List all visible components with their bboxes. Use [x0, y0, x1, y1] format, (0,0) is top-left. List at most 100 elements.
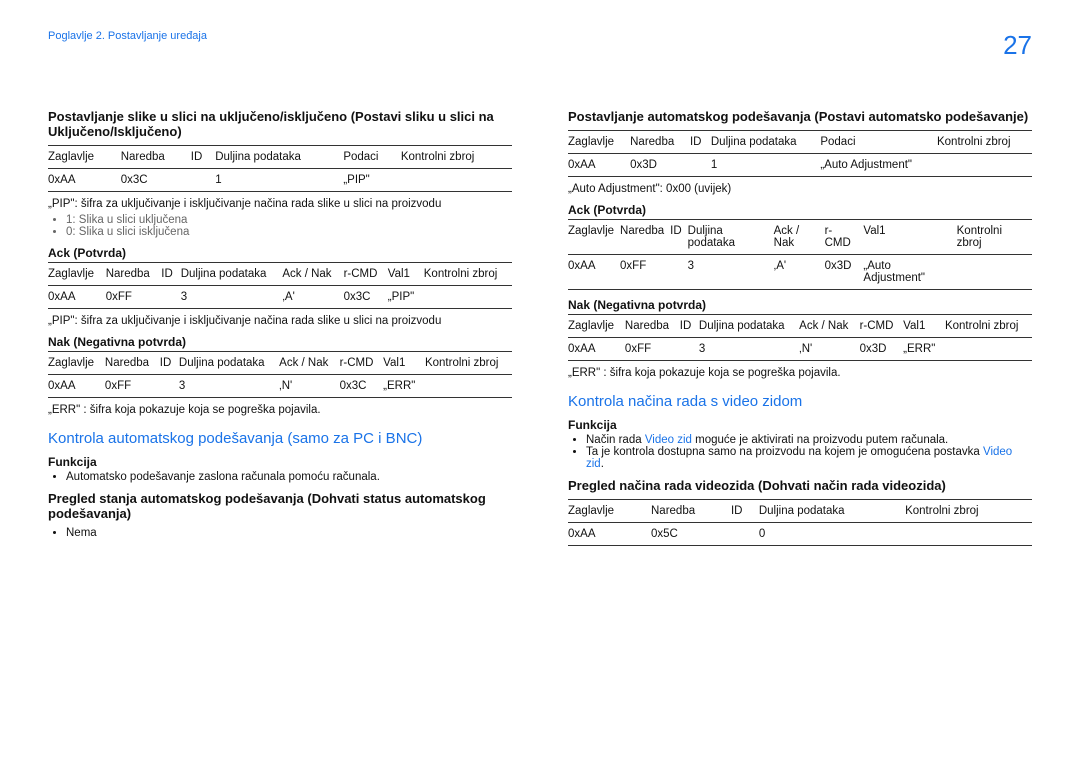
th: Val1 [903, 315, 945, 338]
td: 3 [688, 255, 774, 290]
td: 0xAA [568, 523, 651, 546]
sub-heading: Nak (Negativna potvrda) [568, 298, 1032, 312]
td [425, 375, 512, 398]
th: Naredba [630, 131, 690, 154]
td: 0x3C [344, 286, 388, 309]
ack-table: Zaglavlje Naredba ID Duljina podataka Ac… [48, 262, 512, 309]
list-item: Ta je kontrola dostupna samo na proizvod… [586, 446, 1032, 470]
td: 0xFF [105, 375, 160, 398]
td [680, 338, 699, 361]
td [937, 154, 1032, 177]
th: Val1 [863, 220, 956, 255]
td [401, 169, 512, 192]
th: Naredba [121, 146, 191, 169]
list-item: Automatsko podešavanje zaslona računala … [66, 471, 512, 483]
list-item: 1: Slika u slici uključena [66, 214, 512, 226]
th: Duljina podataka [711, 131, 820, 154]
th: Kontrolni zbroj [425, 352, 512, 375]
td: 3 [699, 338, 799, 361]
th: Naredba [105, 352, 160, 375]
sub-heading: Ack (Potvrda) [48, 246, 512, 260]
td [731, 523, 759, 546]
left-column: Postavljanje slike u slici na uključeno/… [48, 101, 512, 552]
text: moguće je aktivirati na proizvodu putem … [692, 434, 948, 446]
sub-heading: Pregled stanja automatskog podešavanja (… [48, 491, 512, 521]
td: 0xAA [48, 169, 121, 192]
td: 0x3D [860, 338, 904, 361]
command-table: Zaglavlje Naredba ID Duljina podataka Po… [568, 130, 1032, 177]
td [161, 286, 180, 309]
th: Ack / Nak [282, 263, 343, 286]
th: Zaglavlje [568, 220, 620, 255]
td: 0xAA [568, 338, 625, 361]
sub-heading: Ack (Potvrda) [568, 203, 1032, 217]
text: Način rada [586, 434, 645, 446]
td: 0x5C [651, 523, 731, 546]
th: Kontrolni zbroj [937, 131, 1032, 154]
text: . [601, 458, 604, 470]
th: Kontrolni zbroj [424, 263, 512, 286]
note-text: „Auto Adjustment": 0x00 (uvijek) [568, 183, 1032, 195]
td: ‚A' [774, 255, 825, 290]
td: 1 [215, 169, 343, 192]
td [670, 255, 688, 290]
command-table: Zaglavlje Naredba ID Duljina podataka Po… [48, 145, 512, 192]
nak-table: Zaglavlje Naredba ID Duljina podataka Ac… [48, 351, 512, 398]
th: Duljina podataka [179, 352, 279, 375]
td: 0x3C [121, 169, 191, 192]
th: Naredba [620, 220, 670, 255]
td: ‚N' [799, 338, 859, 361]
th: Zaglavlje [568, 500, 651, 523]
td: 0xFF [625, 338, 680, 361]
th: Zaglavlje [48, 146, 121, 169]
th: ID [670, 220, 688, 255]
td: 0xAA [48, 375, 105, 398]
list-item: Način rada Video zid moguće je aktivirat… [586, 434, 1032, 446]
note-text: „ERR" : šifra koja pokazuje koja se pogr… [568, 367, 1032, 379]
th: r-CMD [344, 263, 388, 286]
td: 0 [759, 523, 905, 546]
nak-table: Zaglavlje Naredba ID Duljina podataka Ac… [568, 314, 1032, 361]
section-heading: Postavljanje automatskog podešavanja (Po… [568, 109, 1032, 124]
list-item: 0: Slika u slici isključena [66, 226, 512, 238]
td [957, 255, 1032, 290]
note-text: „PIP": šifra za uključivanje i isključiv… [48, 315, 512, 327]
th: r-CMD [860, 315, 904, 338]
th: Ack / Nak [799, 315, 859, 338]
th: r-CMD [340, 352, 384, 375]
td: 0xAA [48, 286, 106, 309]
th: ID [161, 263, 180, 286]
td: 0x3C [340, 375, 384, 398]
th: Podaci [820, 131, 937, 154]
th: Zaglavlje [48, 352, 105, 375]
th: Ack / Nak [774, 220, 825, 255]
td: 0xFF [620, 255, 670, 290]
chapter-label: Poglavlje 2. Postavljanje uređaja [48, 30, 207, 42]
td [690, 154, 711, 177]
td: 3 [181, 286, 283, 309]
td: 1 [711, 154, 820, 177]
td [191, 169, 215, 192]
th: ID [160, 352, 179, 375]
th: Kontrolni zbroj [905, 500, 1032, 523]
td: „Auto Adjustment" [820, 154, 937, 177]
page-number: 27 [1003, 30, 1032, 61]
section-heading: Postavljanje slike u slici na uključeno/… [48, 109, 512, 139]
td: ‚N' [279, 375, 339, 398]
th: Duljina podataka [699, 315, 799, 338]
td: „PIP" [388, 286, 424, 309]
section-heading-blue: Kontrola načina rada s video zidom [568, 393, 1032, 410]
th: Kontrolni zbroj [957, 220, 1032, 255]
th: Naredba [625, 315, 680, 338]
th: Duljina podataka [215, 146, 343, 169]
th: Duljina podataka [688, 220, 774, 255]
th: Ack / Nak [279, 352, 339, 375]
th: Kontrolni zbroj [401, 146, 512, 169]
td [160, 375, 179, 398]
td: 0xAA [568, 154, 630, 177]
td: 0xFF [106, 286, 162, 309]
list-item: Nema [66, 527, 512, 539]
td: 0x3D [630, 154, 690, 177]
td: ‚A' [282, 286, 343, 309]
td: 0xAA [568, 255, 620, 290]
